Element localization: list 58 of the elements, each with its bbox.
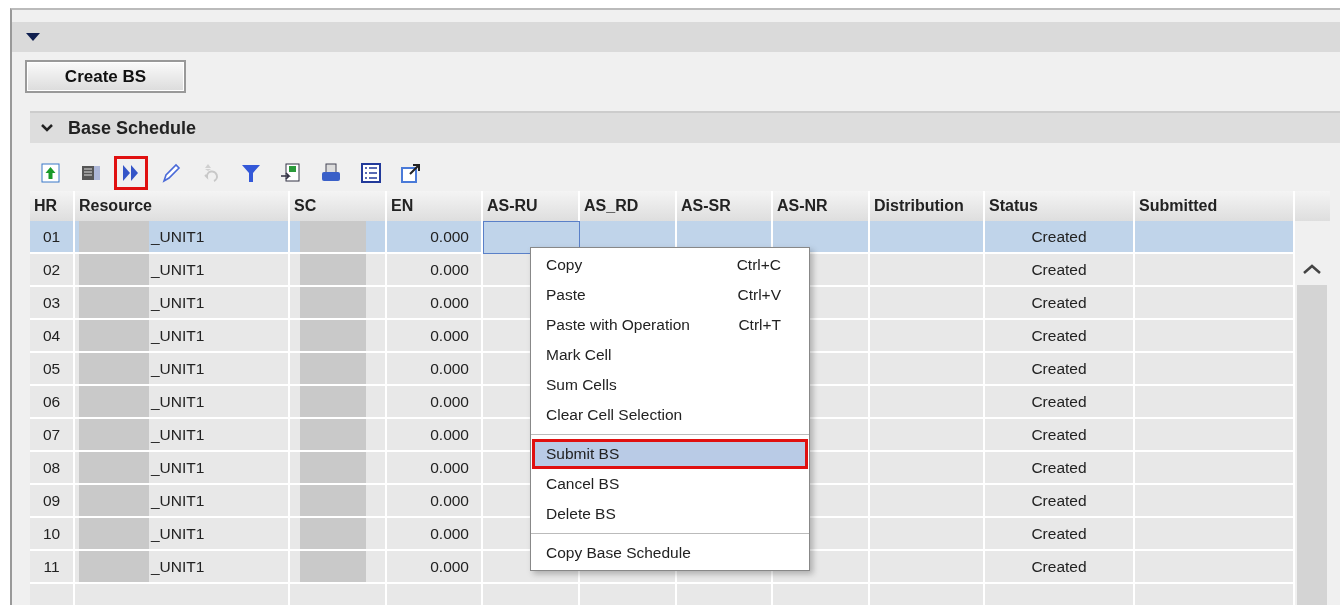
menu-item-label: Paste	[546, 286, 586, 304]
table-cell: Created	[985, 419, 1135, 452]
menu-item-label: Clear Cell Selection	[546, 406, 683, 424]
table-cell: _UNIT1	[151, 293, 205, 312]
table-cell: 0.000	[387, 452, 483, 485]
table-cell: _UNIT1	[151, 392, 205, 411]
shortcut-label: Ctrl+C	[736, 256, 781, 274]
table-cell: _UNIT1	[151, 359, 205, 378]
table-cell: 0.000	[387, 221, 483, 254]
menu-item-label: Copy	[546, 256, 583, 274]
table-cell: 0.000	[387, 254, 483, 287]
table-cell: 0.000	[387, 485, 483, 518]
table-cell: 09	[30, 485, 75, 518]
table-cell: 08	[30, 452, 75, 485]
table-cell: 06	[30, 386, 75, 419]
table-cell: 0.000	[387, 353, 483, 386]
table-cell: 01	[30, 221, 75, 254]
table-cell: 0.000	[387, 419, 483, 452]
table-cell: _UNIT1	[151, 260, 205, 279]
table-cell: 0.000	[387, 551, 483, 584]
table-cell: Created	[985, 221, 1135, 254]
table-cell: 0.000	[387, 386, 483, 419]
table-cell: 05	[30, 353, 75, 386]
table-cell: Created	[985, 551, 1135, 584]
shortcut-label: Ctrl+T	[738, 316, 781, 334]
table-cell: Created	[985, 320, 1135, 353]
shortcut-label: Ctrl+V	[737, 286, 781, 304]
panel-title: Base Schedule	[68, 117, 197, 139]
menu-item-label: Sum Cells	[546, 376, 617, 394]
table-cell: Created	[985, 452, 1135, 485]
table-cell: 11	[30, 551, 75, 584]
table-cell: _UNIT1	[151, 458, 205, 477]
menu-item-label: Delete BS	[546, 505, 616, 523]
table-cell: _UNIT1	[151, 326, 205, 345]
menu-item-label: Copy Base Schedule	[546, 544, 691, 562]
table-cell: 03	[30, 287, 75, 320]
table-cell: 02	[30, 254, 75, 287]
table-cell: 04	[30, 320, 75, 353]
table-cell: 0.000	[387, 287, 483, 320]
table-cell: _UNIT1	[151, 524, 205, 543]
table-cell: _UNIT1	[151, 227, 205, 246]
table-cell: Created	[985, 287, 1135, 320]
table-cell: Created	[985, 254, 1135, 287]
table-cell: 07	[30, 419, 75, 452]
table-cell: _UNIT1	[151, 425, 205, 444]
table-cell: 0.000	[387, 320, 483, 353]
table-cell: Created	[985, 353, 1135, 386]
table-cell: 10	[30, 518, 75, 551]
table-cell: _UNIT1	[151, 491, 205, 510]
table-cell: 0.000	[387, 518, 483, 551]
menu-item-label: Submit BS	[546, 445, 620, 463]
table-cell: _UNIT1	[151, 557, 205, 576]
menu-item-label: Mark Cell	[546, 346, 612, 364]
table-cell: Created	[985, 485, 1135, 518]
table-cell: Created	[985, 518, 1135, 551]
menu-item-label: Paste with Operation	[546, 316, 690, 334]
table-cell: Created	[985, 386, 1135, 419]
menu-item-label: Cancel BS	[546, 475, 620, 493]
